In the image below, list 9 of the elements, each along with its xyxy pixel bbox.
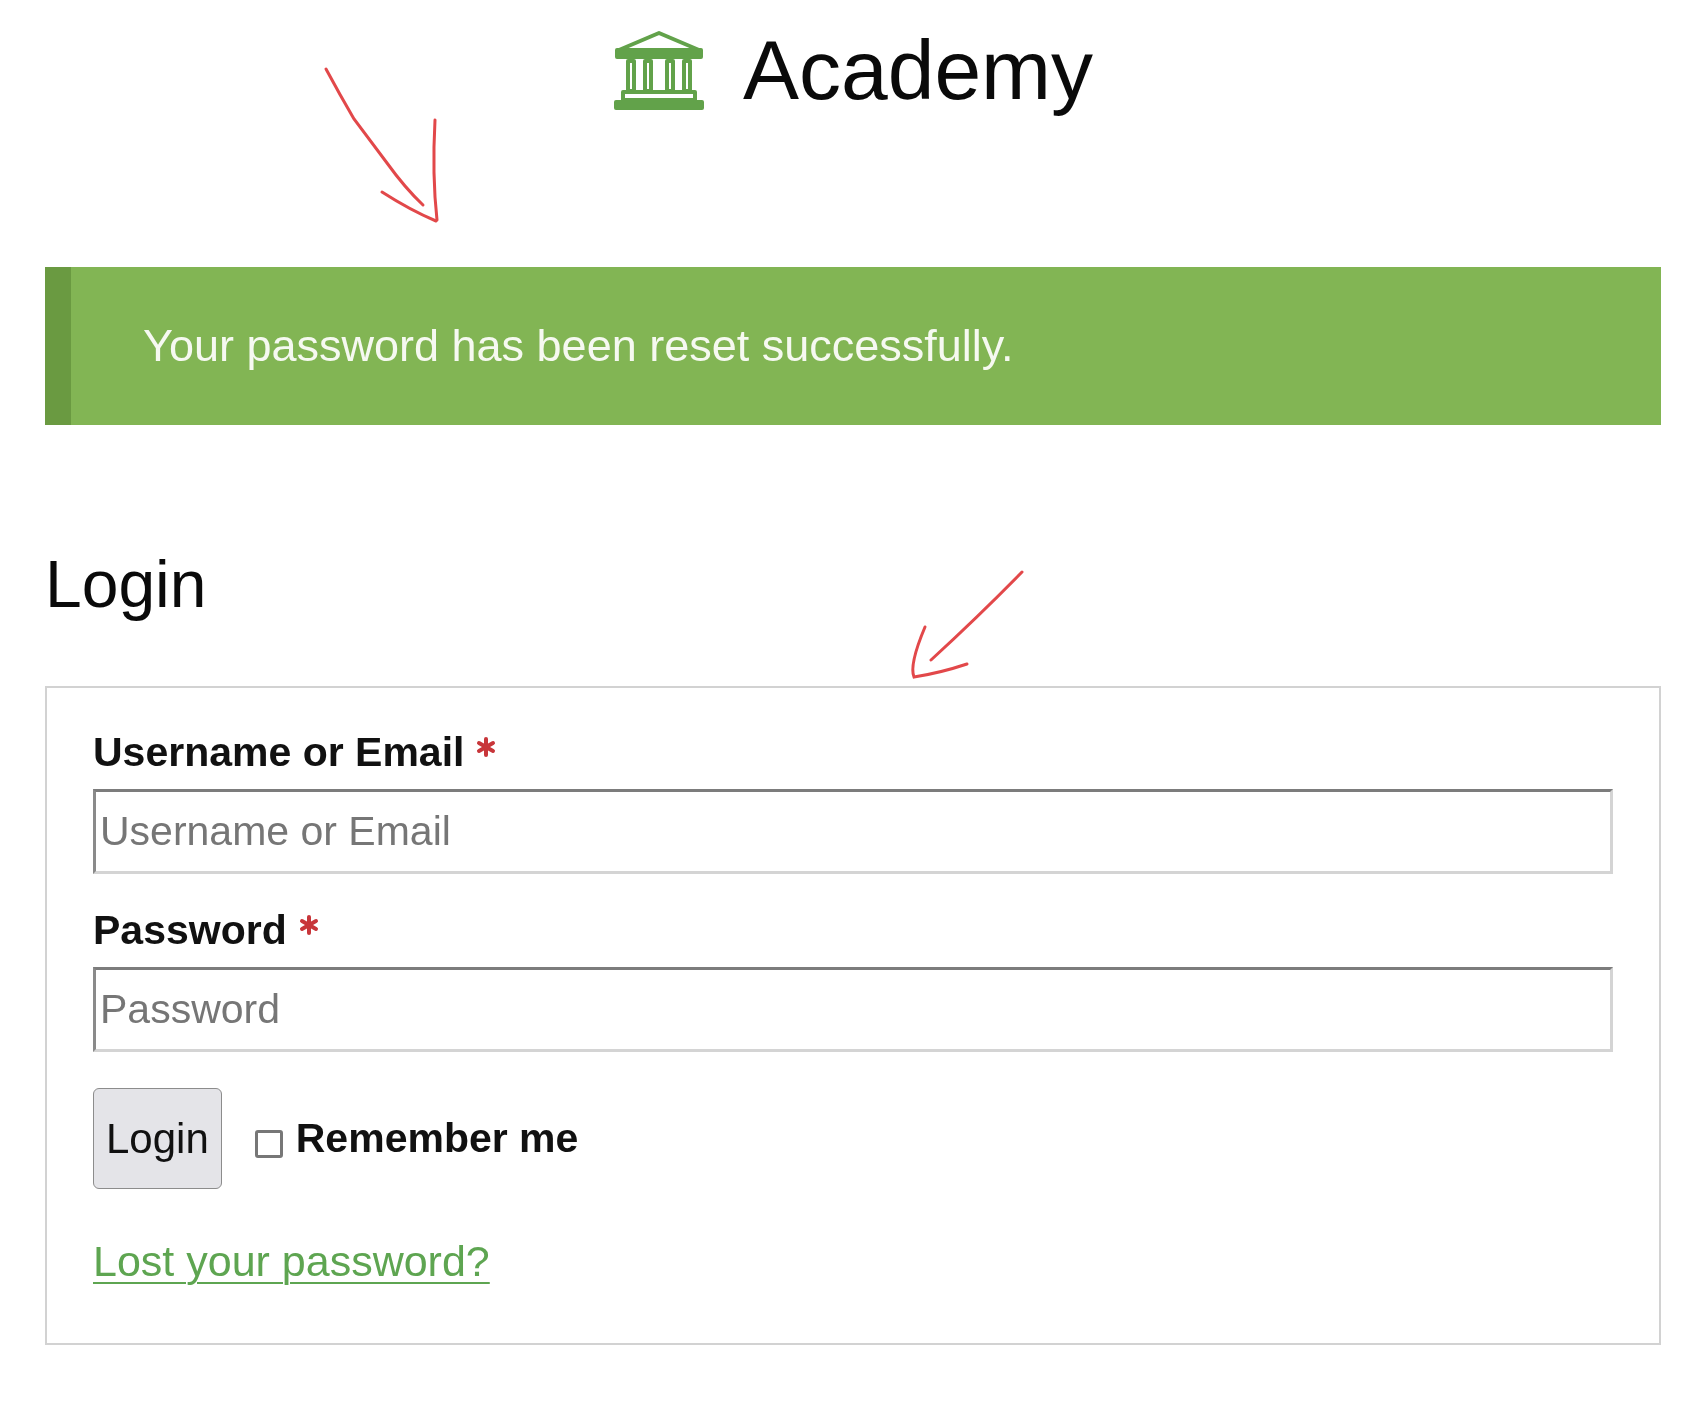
field-label: Username or Email bbox=[93, 728, 465, 777]
login-button[interactable]: Login bbox=[93, 1088, 222, 1190]
building-icon bbox=[612, 30, 705, 110]
input-field[interactable]: Password bbox=[93, 967, 1613, 1053]
success-alert: Your password has been reset successfully. bbox=[45, 267, 1661, 425]
field-label: Password bbox=[93, 906, 287, 956]
checkbox[interactable] bbox=[254, 1129, 283, 1158]
input-field[interactable]: Username or Email bbox=[93, 789, 1613, 875]
checkbox-label: Remember me bbox=[295, 1114, 579, 1164]
